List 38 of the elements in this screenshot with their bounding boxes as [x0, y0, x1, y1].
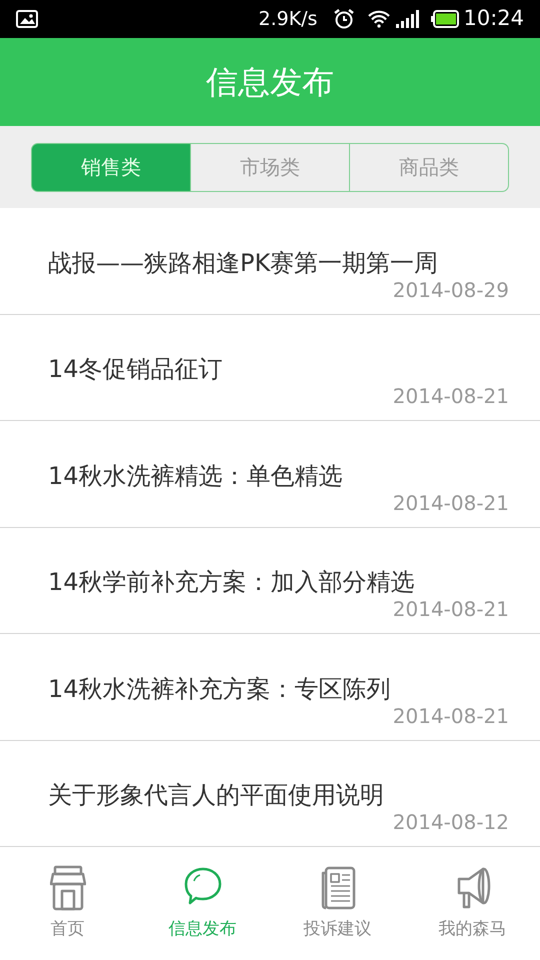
category-tab[interactable]: 商品类: [350, 142, 509, 192]
network-speed: 2.9K/s: [258, 6, 318, 32]
clock-time: 10:24: [463, 5, 524, 32]
post-title: 战报——狭路相逢PK赛第一期第一周: [48, 248, 440, 278]
signal-icon: [395, 10, 420, 28]
post-title: 14冬促销品征订: [48, 354, 224, 384]
store-icon: [50, 864, 86, 911]
post-date: 2014-08-21: [392, 704, 509, 728]
post-date: 2014-08-21: [392, 490, 509, 516]
wifi-icon: [367, 10, 392, 28]
nav-tab[interactable]: 首页: [0, 847, 135, 960]
category-tab[interactable]: 市场类: [191, 142, 350, 192]
battery-icon: [431, 10, 460, 28]
post-row[interactable]: 14秋水洗裤补充方案：专区陈列 2014-08-21: [0, 634, 540, 740]
post-title: 14秋水洗裤补充方案：专区陈列: [48, 674, 392, 704]
post-title: 关于形象代言人的平面使用说明: [48, 780, 385, 810]
post-date: 2014-08-29: [392, 278, 509, 302]
newspaper-icon: [320, 864, 356, 911]
category-tab[interactable]: 销售类: [31, 142, 191, 192]
nav-tab[interactable]: 我的森马: [405, 847, 540, 960]
post-title: 14秋学前补充方案：加入部分精选: [48, 567, 416, 597]
page-title: 信息发布: [206, 62, 334, 103]
post-row[interactable]: 战报——狭路相逢PK赛第一期第一周 2014-08-29: [0, 208, 540, 314]
post-title: 14秋水洗裤精选：单色精选: [48, 460, 344, 490]
nav-label: 投诉建议: [304, 918, 372, 941]
nav-tab[interactable]: 信息发布: [135, 847, 270, 960]
post-date: 2014-08-21: [392, 384, 509, 409]
post-row[interactable]: 14冬促销品征订 2014-08-21: [0, 314, 540, 421]
nav-tab[interactable]: 投诉建议: [270, 847, 405, 960]
nav-label: 首页: [50, 918, 84, 941]
post-date: 2014-08-12: [392, 810, 509, 835]
alarm-icon: [333, 8, 356, 30]
post-row[interactable]: 14秋学前补充方案：加入部分精选 2014-08-21: [0, 528, 540, 634]
nav-label: 信息发布: [168, 918, 236, 941]
post-date: 2014-08-21: [392, 597, 509, 622]
nav-label: 我的森马: [438, 918, 506, 941]
post-row[interactable]: 14秋水洗裤精选：单色精选 2014-08-21: [0, 421, 540, 528]
image-icon: [16, 10, 38, 28]
